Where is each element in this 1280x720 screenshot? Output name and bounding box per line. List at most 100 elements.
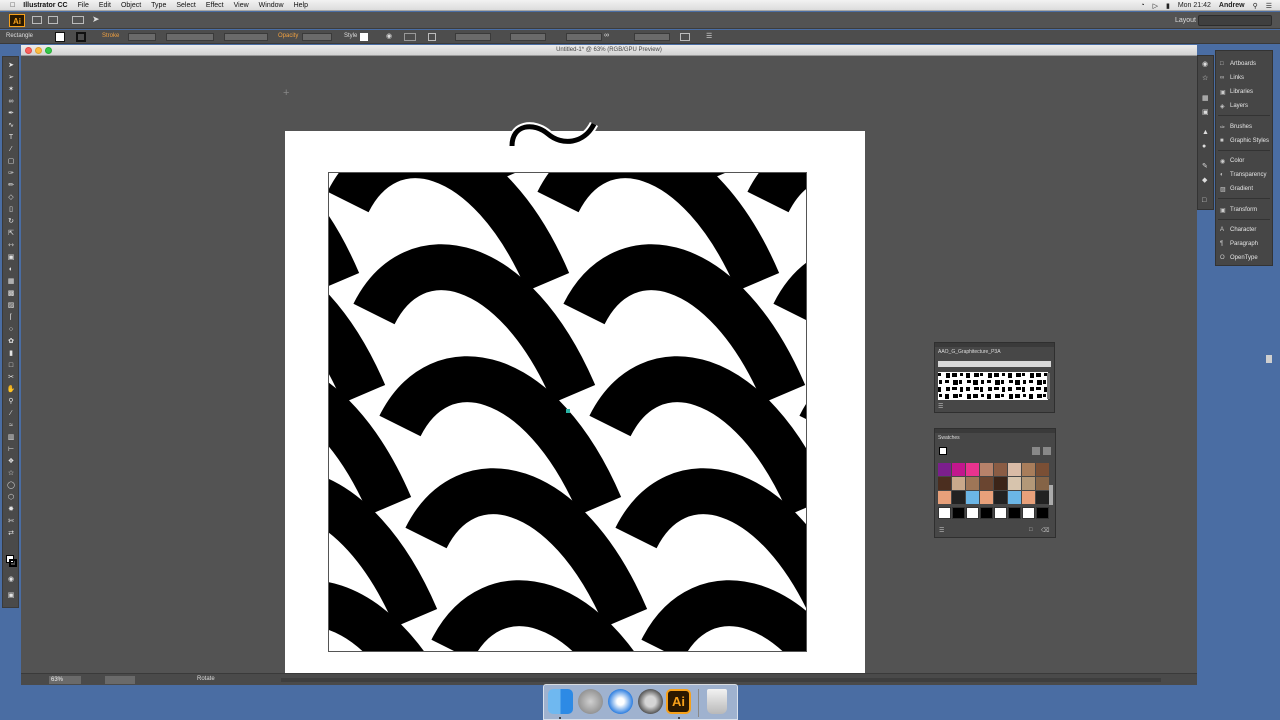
pattern-thumbnail[interactable] (974, 387, 979, 390)
flare-tool-icon[interactable]: ✸ (6, 506, 16, 513)
free-transform-tool-icon[interactable]: ▣ (6, 254, 16, 261)
screen-mode-icon[interactable]: ▣ (6, 592, 16, 599)
menu-type[interactable]: Type (151, 2, 166, 9)
pattern-thumbnail[interactable] (1001, 394, 1004, 397)
color-swatch[interactable] (1036, 463, 1049, 476)
panel-gradient[interactable]: ▨ Gradient (1220, 184, 1253, 194)
recolor-icon[interactable]: ◉ (386, 32, 392, 40)
menu-window[interactable]: Window (259, 2, 284, 9)
pattern-swatch[interactable] (1022, 507, 1035, 519)
magic-wand-tool-icon[interactable]: ✶ (6, 86, 16, 93)
drawing-mode-icon[interactable]: ◉ (6, 576, 16, 583)
color-swatch[interactable] (938, 463, 951, 476)
panel-libraries[interactable]: ▣ Libraries (1220, 87, 1253, 97)
type-tool-icon[interactable]: T (6, 134, 16, 141)
system-preferences-icon[interactable] (638, 689, 663, 714)
blend-tool-icon[interactable]: ○ (6, 326, 16, 333)
pattern-thumbnail[interactable] (952, 373, 957, 377)
pen-tool-icon[interactable]: ✒ (6, 110, 16, 117)
menu-file[interactable]: File (78, 2, 89, 9)
pattern-thumbnail[interactable] (973, 394, 978, 398)
color-swatch[interactable] (938, 477, 951, 490)
pattern-thumbnail[interactable] (987, 394, 991, 399)
eyedropper-tool-icon[interactable]: ⌈ (6, 314, 16, 321)
color-swatch[interactable] (966, 477, 979, 490)
pattern-thumbnail[interactable] (1022, 387, 1025, 392)
pattern-thumbnail[interactable] (1001, 380, 1004, 384)
isolate-icon[interactable] (680, 33, 690, 41)
color-swatch[interactable] (1036, 491, 1049, 504)
launchpad-icon[interactable] (578, 689, 603, 714)
scissors-tool-icon[interactable]: ✄ (6, 518, 16, 525)
menu-user[interactable]: Andrew (1219, 2, 1245, 9)
artboard[interactable] (285, 131, 865, 673)
color-swatch[interactable] (1008, 477, 1021, 490)
pattern-thumbnail[interactable] (1036, 387, 1041, 390)
width-tool-icon[interactable]: ⇿ (6, 242, 16, 249)
constrain-proportions-icon[interactable]: ∞ (604, 32, 609, 39)
artboard-nav-field[interactable] (105, 676, 135, 684)
send-icon[interactable]: ➤ (92, 14, 100, 25)
color-swatch[interactable] (952, 477, 965, 490)
color-swatch[interactable] (1022, 477, 1035, 490)
pattern-thumbnail[interactable] (1009, 394, 1013, 399)
workspace-label[interactable]: Layout (1156, 15, 1196, 26)
pattern-swatch[interactable] (966, 507, 979, 519)
dock-icon-8[interactable]: ◆ (1202, 177, 1210, 184)
puppet-warp-tool-icon[interactable]: ❖ (6, 458, 16, 465)
status-label[interactable]: Rotate (197, 676, 215, 682)
pattern-thumbnail[interactable] (1043, 394, 1046, 397)
pattern-swatch[interactable] (1036, 507, 1049, 519)
panel-artboards[interactable]: □ Artboards (1220, 59, 1256, 69)
live-paint-tool-icon[interactable]: ▥ (6, 434, 16, 441)
color-swatch[interactable] (1036, 477, 1049, 490)
pattern-thumbnail[interactable] (939, 394, 942, 397)
pattern-thumbnail[interactable] (974, 373, 979, 377)
brush-definition-dropdown[interactable] (224, 33, 268, 41)
pattern-thumbnail[interactable] (1029, 394, 1033, 399)
pattern-thumbnail[interactable] (967, 394, 971, 399)
opacity-label[interactable]: Opacity (278, 33, 298, 39)
pattern-thumbnail[interactable] (959, 380, 962, 384)
mesh-tool-icon[interactable]: ▩ (6, 290, 16, 297)
swatch-libraries-menu-icon[interactable]: ☰ (939, 527, 944, 534)
shape-builder-tool-icon[interactable]: ◐ (6, 266, 16, 273)
panel-scrollbar[interactable] (1266, 355, 1272, 363)
pattern-thumbnail[interactable] (1022, 373, 1025, 376)
color-swatch[interactable] (994, 463, 1007, 476)
pattern-thumbnail[interactable] (946, 373, 950, 378)
pattern-thumbnail[interactable] (980, 373, 983, 376)
pattern-thumbnail[interactable] (1043, 380, 1046, 384)
stroke-swatch-icon[interactable] (76, 32, 86, 42)
pattern-thumbnail[interactable] (953, 380, 958, 385)
pattern-thumbnail[interactable] (1037, 394, 1042, 398)
pattern-thumbnail[interactable] (988, 373, 992, 378)
pattern-thumbnail[interactable] (1016, 373, 1021, 377)
delete-swatch-icon[interactable]: ⌫ (1041, 527, 1049, 534)
pattern-thumbnail[interactable] (973, 380, 978, 385)
y-field[interactable] (510, 33, 546, 41)
eraser-tool-icon[interactable]: ▯ (6, 206, 16, 213)
panel-brushes[interactable]: ✑ Brushes (1220, 122, 1252, 132)
new-swatch-icon[interactable]: □ (1029, 527, 1033, 533)
workspace-switcher-icon[interactable] (72, 16, 84, 24)
zoom-tool-icon[interactable]: ⚲ (6, 398, 16, 405)
polygon-tool-icon[interactable]: ⬡ (6, 494, 16, 501)
swatches-scrollbar[interactable] (1049, 485, 1053, 505)
horizontal-scrollbar[interactable] (281, 678, 1161, 682)
pencil-tool-icon[interactable]: ✏ (6, 182, 16, 189)
perspective-grid-tool-icon[interactable]: ▦ (6, 278, 16, 285)
library-search-input[interactable] (938, 361, 1051, 367)
pattern-swatch[interactable] (980, 507, 993, 519)
color-swatch[interactable] (966, 463, 979, 476)
pattern-thumbnail[interactable] (938, 373, 941, 376)
pattern-thumbnail[interactable] (1008, 387, 1012, 391)
search-input[interactable] (1198, 15, 1272, 26)
color-swatch[interactable] (1008, 491, 1021, 504)
swatches-fill-icon[interactable] (939, 447, 947, 455)
pattern-thumbnail[interactable] (938, 387, 941, 392)
color-swatch[interactable] (966, 491, 979, 504)
fill-swatch-icon[interactable] (55, 32, 65, 42)
artboard-tool-icon[interactable]: □ (6, 362, 16, 369)
pattern-thumbnail[interactable] (953, 394, 958, 398)
